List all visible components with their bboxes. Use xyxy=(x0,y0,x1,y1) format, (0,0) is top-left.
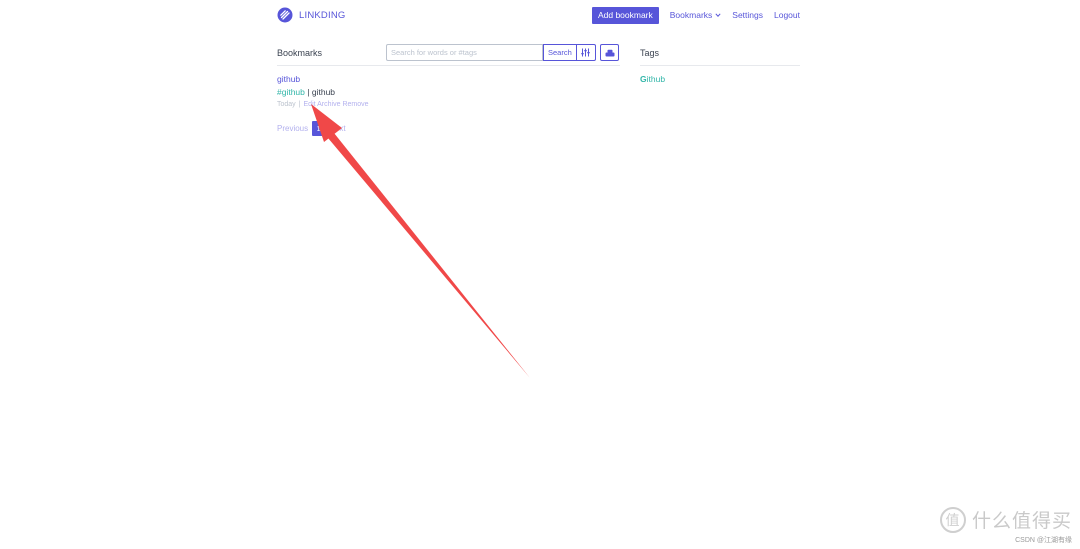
nav: Add bookmark Bookmarks Settings Logout xyxy=(591,6,800,24)
bookmark-title-link[interactable]: github xyxy=(277,74,369,85)
watermark-text: 什么值得买 xyxy=(971,510,1072,532)
bulk-edit-icon xyxy=(605,49,614,56)
search-input[interactable] xyxy=(386,44,543,61)
pagination: Previous 1 Next xyxy=(277,121,346,136)
watermark-sub: CSDN @江湖有缘 xyxy=(1015,537,1072,544)
tags-title: Tags xyxy=(640,48,660,58)
pagination-previous[interactable]: Previous xyxy=(277,124,308,133)
bookmark-separator: | xyxy=(307,87,310,97)
edit-action[interactable]: Edit xyxy=(304,101,316,108)
watermark-main: 值 什么值得买 xyxy=(939,506,1072,533)
tag-first-letter: G xyxy=(640,74,647,84)
bookmark-actions: Today | Edit Archive Remove xyxy=(277,100,369,110)
bookmarks-title: Bookmarks xyxy=(277,48,323,58)
tags-divider xyxy=(640,65,800,66)
bookmarks-menu[interactable]: Bookmarks xyxy=(670,10,722,20)
action-separator: | xyxy=(298,101,301,108)
search-button[interactable]: Search xyxy=(543,44,577,61)
bookmarks-menu-label: Bookmarks xyxy=(669,10,713,20)
header: LINKDING Add bookmark Bookmarks Settings… xyxy=(277,6,800,26)
archive-action[interactable]: Archive xyxy=(317,101,340,108)
bookmark-description: #github | github xyxy=(277,86,369,98)
linkding-logo-icon xyxy=(277,7,293,23)
watermark: 值 什么值得买 CSDN @江湖有缘 xyxy=(939,506,1072,545)
bookmark-date: Today xyxy=(277,101,296,108)
bulk-edit-button[interactable] xyxy=(600,44,619,61)
tag-rest: ithub xyxy=(646,74,666,84)
remove-action[interactable]: Remove xyxy=(342,101,368,108)
brand-name: LINKDING xyxy=(299,9,346,21)
bookmark-tag-link[interactable]: #github xyxy=(277,87,305,97)
annotation-arrow-shaft xyxy=(328,133,530,378)
logout-link[interactable]: Logout xyxy=(774,10,800,20)
watermark-logo-icon: 值 xyxy=(939,506,966,533)
add-bookmark-button[interactable]: Add bookmark xyxy=(591,6,659,24)
annotation-arrow xyxy=(311,104,530,378)
sliders-icon xyxy=(581,48,590,57)
bookmark-item: github #github | github Today | Edit Archi… xyxy=(277,74,369,110)
pagination-page-current[interactable]: 1 xyxy=(312,121,326,136)
chevron-down-icon xyxy=(715,13,721,17)
tag-cloud: Github xyxy=(640,74,665,84)
settings-link[interactable]: Settings xyxy=(732,10,763,20)
brand-link[interactable]: LINKDING xyxy=(277,7,345,23)
tag-cloud-item[interactable]: Github xyxy=(640,74,665,84)
bookmark-description-text: github xyxy=(311,87,336,97)
bookmarks-divider xyxy=(277,65,620,66)
search-form: Search xyxy=(386,44,596,61)
filter-button[interactable] xyxy=(576,44,596,61)
page: LINKDING Add bookmark Bookmarks Settings… xyxy=(0,0,1080,549)
pagination-next[interactable]: Next xyxy=(329,124,345,133)
